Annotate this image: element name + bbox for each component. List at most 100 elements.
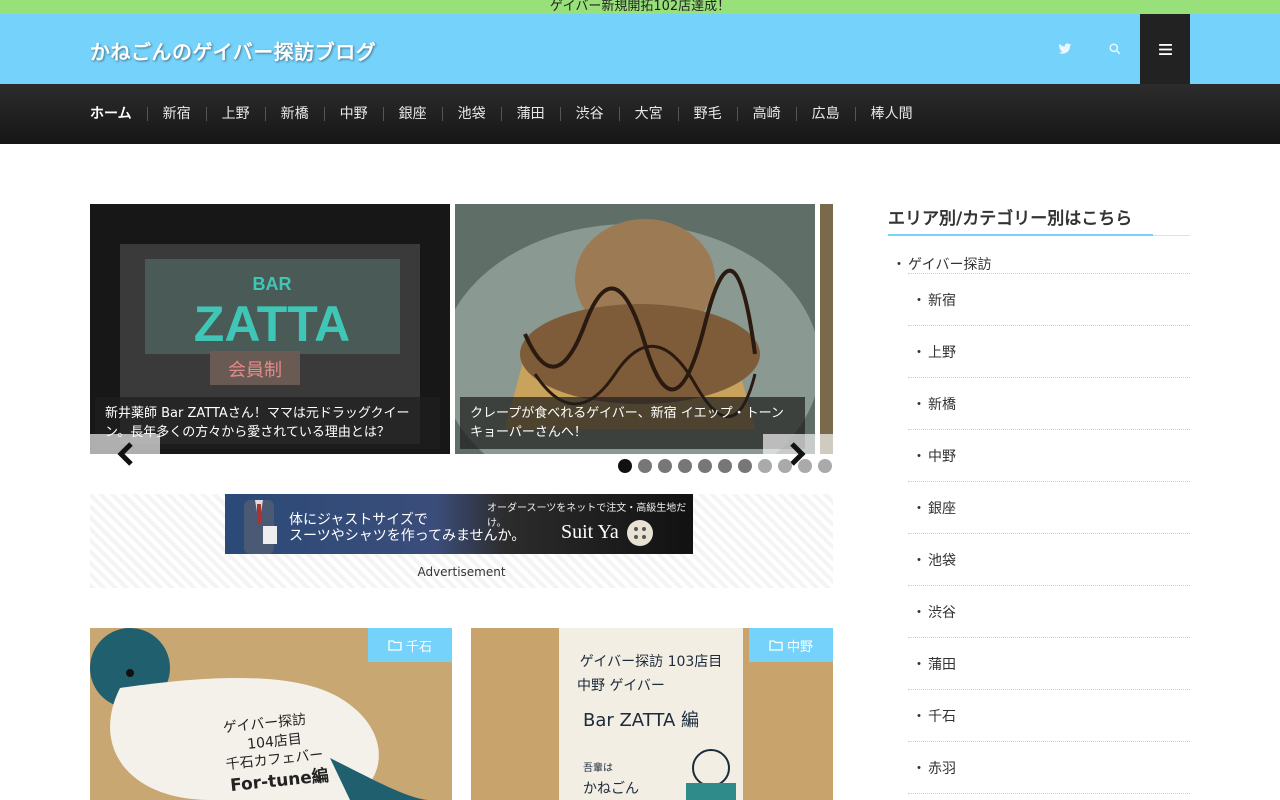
post-card-sengoku[interactable]: ゲイバー探訪 104店目 千石カフェバー For-tune編 千石 [90, 628, 452, 800]
sidebar-item-label: 銀座 [928, 501, 956, 517]
card-text-line2: 中野 ゲイバー [577, 678, 665, 694]
sidebar-item-nakano[interactable]: ・ 中野 [908, 430, 1190, 482]
announcement-bar: ゲイバー新規開拓102店達成！ [0, 0, 1280, 14]
sidebar-item-kamata[interactable]: ・ 蒲田 [908, 638, 1190, 690]
search-icon [1109, 43, 1121, 55]
ad-brand-name: Suit Ya [561, 521, 619, 543]
bullet-icon: ・ [912, 761, 926, 777]
slider-dot-7[interactable] [738, 459, 752, 473]
nav-item-shinbashi[interactable]: 新橋 [264, 107, 324, 121]
slide-next-partial[interactable] [820, 204, 833, 454]
slider-dot-11[interactable] [818, 459, 832, 473]
menu-button[interactable] [1140, 14, 1190, 84]
nav-item-omiya[interactable]: 大宮 [618, 107, 678, 121]
bullet-icon: ・ [912, 605, 926, 621]
sidebar-item-label: 千石 [928, 709, 956, 725]
sidebar-item-shibuya[interactable]: ・ 渋谷 [908, 586, 1190, 638]
main-nav: ホーム 新宿 上野 新橋 中野 銀座 池袋 蒲田 渋谷 大宮 野毛 高崎 広島 … [0, 84, 1280, 144]
sidebar-item-label: 赤羽 [928, 761, 956, 777]
category-label: 中野 [786, 639, 813, 655]
button-logo-icon [627, 520, 653, 546]
sidebar-item-label: 渋谷 [928, 605, 956, 621]
site-title[interactable]: かねごんのゲイバー探訪ブログ [90, 36, 376, 65]
sign-members-only-text: 会員制 [228, 360, 282, 381]
sidebar-item-sengoku[interactable]: ・ 千石 [908, 690, 1190, 742]
nav-item-ueno[interactable]: 上野 [205, 107, 265, 121]
slider-dot-3[interactable] [658, 459, 672, 473]
sidebar: エリア別/カテゴリー別はこちら ・ ゲイバー探訪 ・ 新宿 ・ 上野 ・ 新橋 … [888, 204, 1190, 794]
twitter-icon [1058, 43, 1072, 54]
nav-item-shibuya[interactable]: 渋谷 [559, 107, 619, 121]
twitter-button[interactable] [1040, 14, 1090, 84]
category-label: 千石 [405, 639, 432, 655]
slider-dot-2[interactable] [638, 459, 652, 473]
ad-banner[interactable]: 体にジャストサイズで スーツやシャツを作ってみませんか。 オーダースーツをネット… [225, 494, 693, 554]
bullet-icon: ・ [912, 449, 926, 465]
nav-item-stickman[interactable]: 棒人間 [854, 107, 928, 121]
bullet-icon: ・ [912, 657, 926, 673]
featured-slider: BAR ZATTA 会員制 新井薬師 Bar ZATTAさん！ママは元ドラッグク… [90, 204, 833, 454]
nav-item-shinjuku[interactable]: 新宿 [146, 107, 206, 121]
card-text-line1: ゲイバー探訪 103店目 [580, 654, 723, 670]
sidebar-category-label: ゲイバー探訪 [908, 257, 992, 273]
card-text-line5: かねごん [583, 781, 639, 797]
sidebar-item-ikebukuro[interactable]: ・ 池袋 [908, 534, 1190, 586]
suit-mannequin-image [244, 500, 277, 554]
menu-icon [1158, 43, 1172, 55]
sidebar-item-label: 中野 [928, 449, 956, 465]
sidebar-title: エリア別/カテゴリー別はこちら [888, 204, 1190, 236]
slider-dot-5[interactable] [698, 459, 712, 473]
nav-item-ikebukuro[interactable]: 池袋 [441, 107, 501, 121]
slider-pagination [618, 459, 838, 473]
category-badge[interactable]: 千石 [368, 628, 452, 662]
slide-caption[interactable]: クレープが食べれるゲイバー、新宿 イエップ・トーンキョーパーさんへ！ [460, 397, 805, 449]
slider-prev-button[interactable] [90, 434, 160, 474]
nav-item-kamata[interactable]: 蒲田 [500, 107, 560, 121]
nav-item-nakano[interactable]: 中野 [323, 107, 383, 121]
sign-zatta-text: ZATTA [194, 296, 350, 352]
search-button[interactable] [1090, 14, 1140, 84]
folder-icon [388, 640, 402, 651]
site-header: かねごんのゲイバー探訪ブログ [0, 14, 1280, 84]
folder-icon [769, 640, 783, 651]
sidebar-category-gay-bar-visit[interactable]: ・ ゲイバー探訪 [888, 254, 1190, 274]
bullet-icon: ・ [912, 501, 926, 517]
sidebar-item-label: 上野 [928, 345, 956, 361]
slider-dot-1[interactable] [618, 459, 632, 473]
sidebar-item-label: 新橋 [928, 397, 956, 413]
slide-crepe[interactable]: クレープが食べれるゲイバー、新宿 イエップ・トーンキョーパーさんへ！ [455, 204, 815, 454]
slide-bar-zatta[interactable]: BAR ZATTA 会員制 新井薬師 Bar ZATTAさん！ママは元ドラッグク… [90, 204, 450, 454]
slider-dot-6[interactable] [718, 459, 732, 473]
sidebar-item-ueno[interactable]: ・ 上野 [908, 326, 1190, 378]
nav-item-hiroshima[interactable]: 広島 [795, 107, 855, 121]
nav-item-noge[interactable]: 野毛 [677, 107, 737, 121]
bullet-icon: ・ [912, 553, 926, 569]
sign-bar-text: BAR [253, 274, 292, 294]
bullet-icon: ・ [892, 257, 906, 273]
sidebar-item-ginza[interactable]: ・ 銀座 [908, 482, 1190, 534]
category-badge[interactable]: 中野 [749, 628, 833, 662]
bullet-icon: ・ [912, 293, 926, 309]
nav-item-takasaki[interactable]: 高崎 [736, 107, 796, 121]
sidebar-item-label: 蒲田 [928, 657, 956, 673]
nav-item-ginza[interactable]: 銀座 [382, 107, 442, 121]
card-text-line3: Bar ZATTA 編 [583, 710, 699, 731]
ad-label: Advertisement [417, 565, 506, 579]
slider-dot-4[interactable] [678, 459, 692, 473]
bullet-icon: ・ [912, 345, 926, 361]
sidebar-item-label: 池袋 [928, 553, 956, 569]
bullet-icon: ・ [912, 709, 926, 725]
sidebar-item-shinjuku[interactable]: ・ 新宿 [908, 274, 1190, 326]
card-text-line4: 吾輩は [583, 761, 613, 774]
sidebar-item-label: 新宿 [928, 293, 956, 309]
sidebar-item-shinbashi[interactable]: ・ 新橋 [908, 378, 1190, 430]
bullet-icon: ・ [912, 397, 926, 413]
nav-item-home[interactable]: ホーム [90, 107, 147, 121]
advertisement-area: 体にジャストサイズで スーツやシャツを作ってみませんか。 オーダースーツをネット… [90, 494, 833, 588]
slider-dot-10[interactable] [798, 459, 812, 473]
slider-dot-8[interactable] [758, 459, 772, 473]
chevron-left-icon [117, 442, 133, 466]
slider-dot-9[interactable] [778, 459, 792, 473]
post-card-nakano[interactable]: ゲイバー探訪 103店目 中野 ゲイバー Bar ZATTA 編 吾輩は かねご… [471, 628, 833, 800]
sidebar-item-akabane[interactable]: ・ 赤羽 [908, 742, 1190, 794]
